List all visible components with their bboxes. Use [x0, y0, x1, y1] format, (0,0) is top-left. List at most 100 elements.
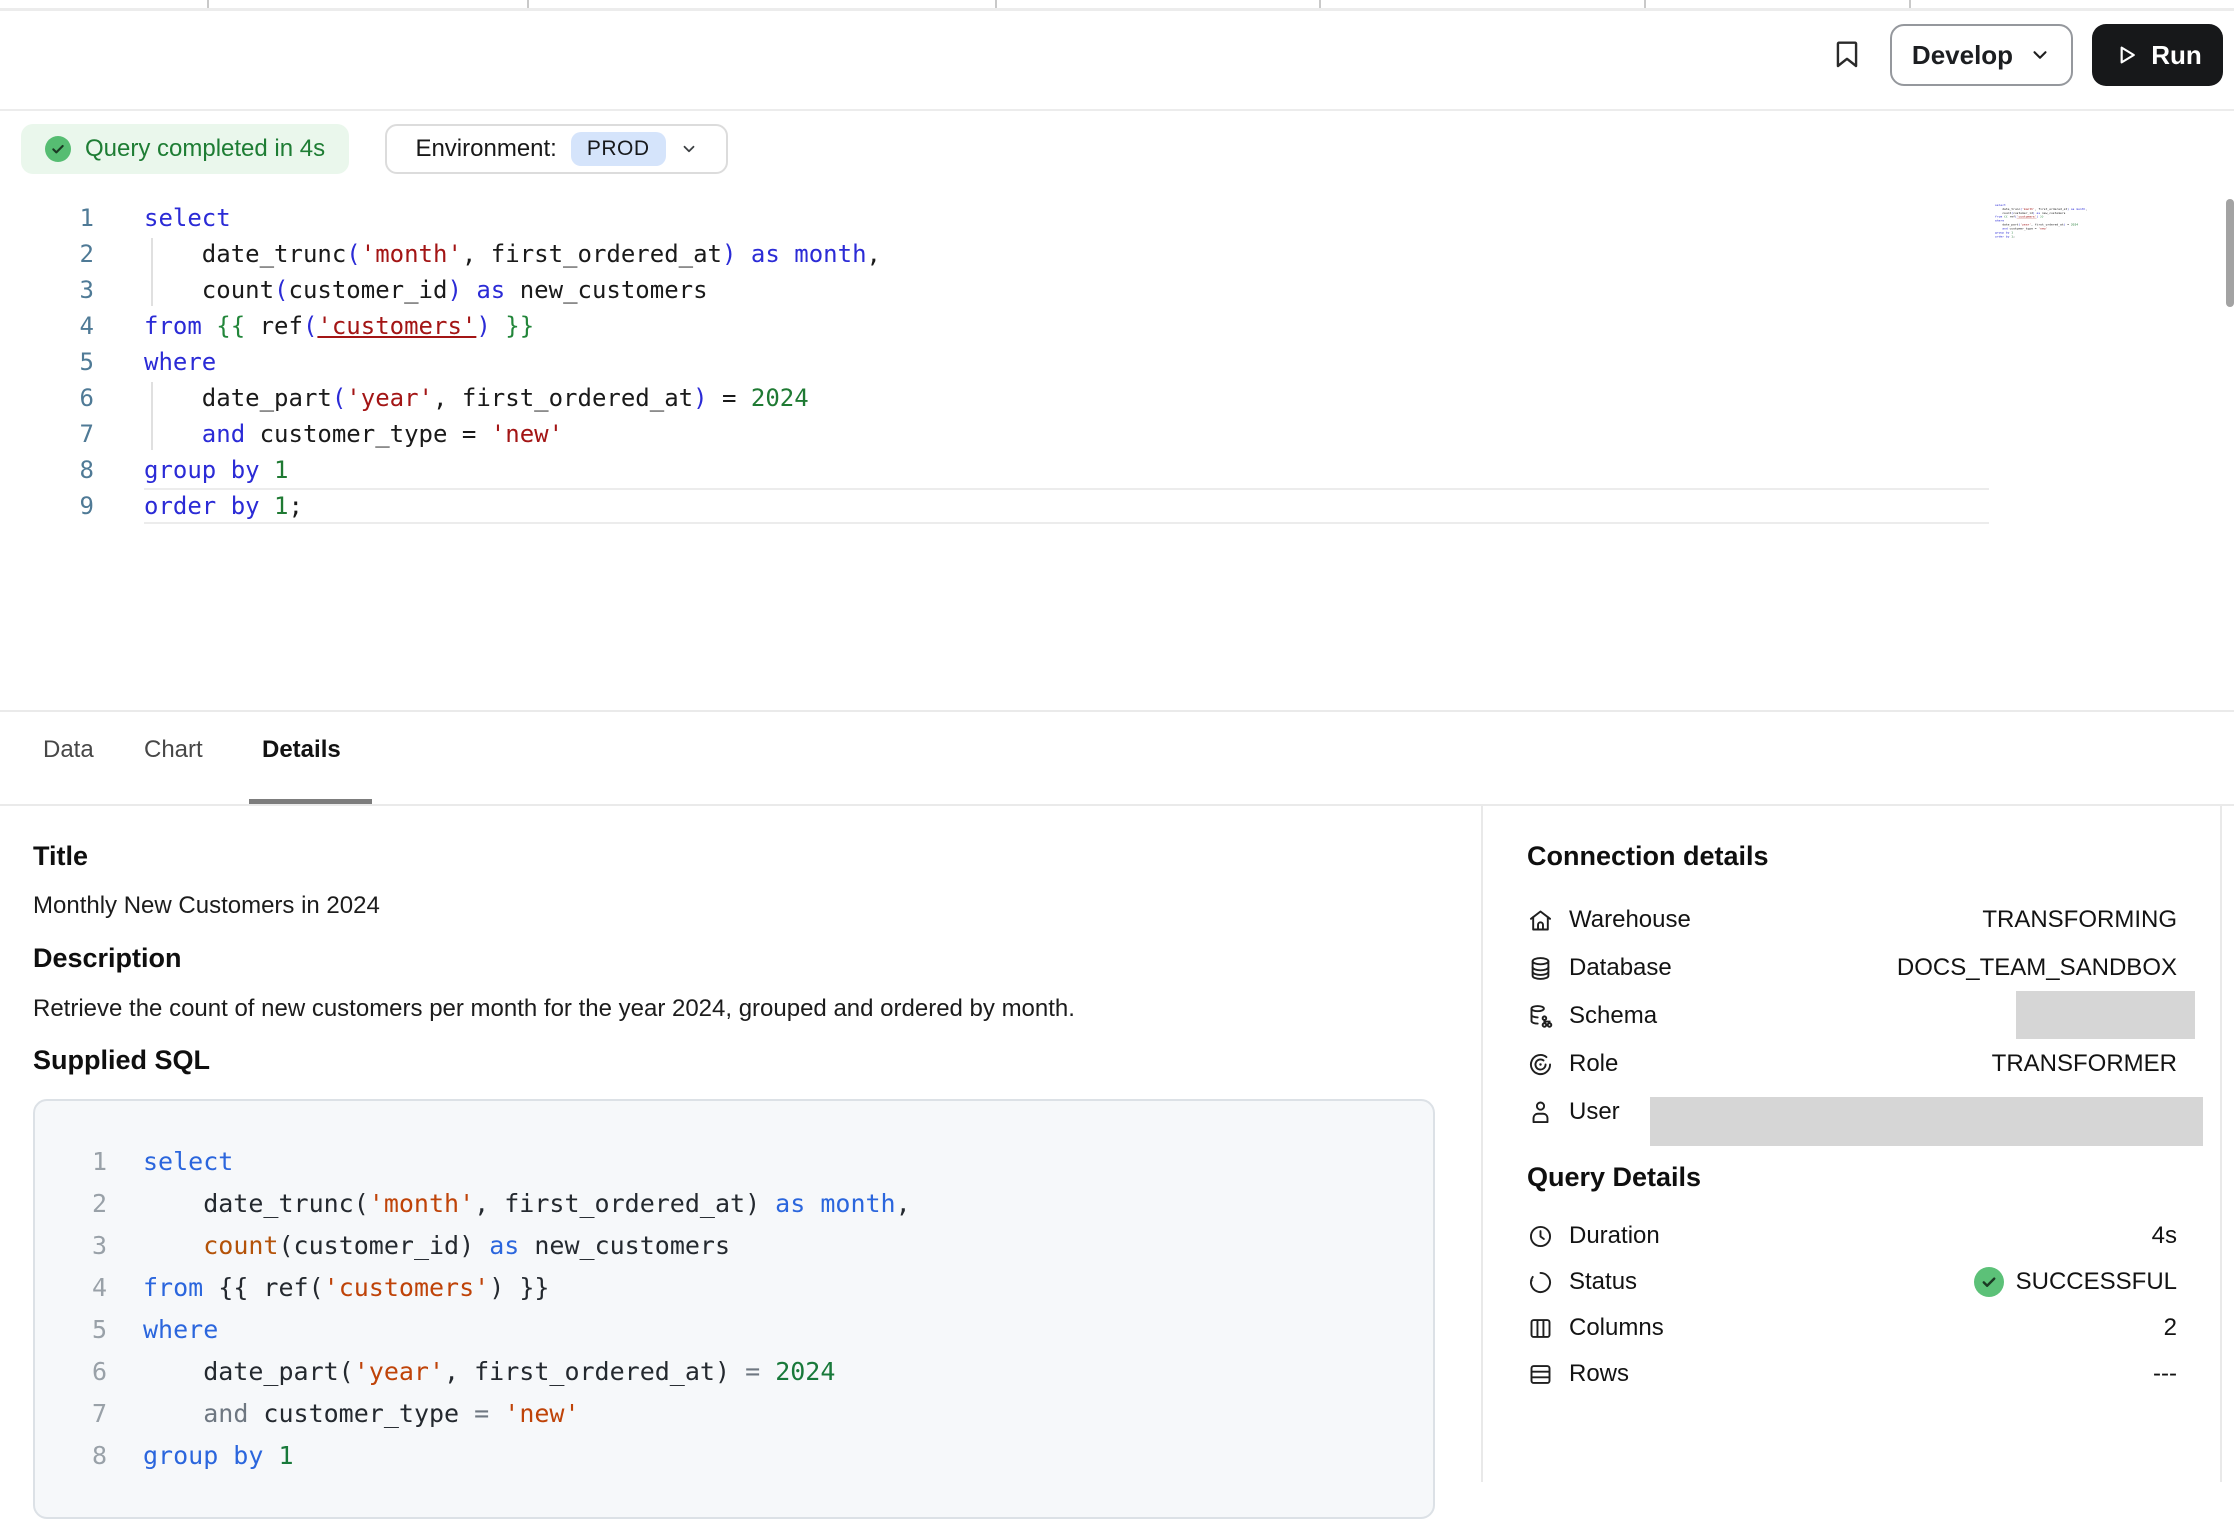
row-value: ---: [2153, 1360, 2177, 1388]
code-line: 2 date_trunc('month', first_ordered_at) …: [65, 1183, 1433, 1225]
code-line: 1select: [0, 200, 2100, 236]
row-label: Warehouse: [1569, 906, 1691, 934]
code-line: 6 date_part('year', first_ordered_at) = …: [65, 1351, 1433, 1393]
code-line: 6 date_part('year', first_ordered_at) = …: [0, 380, 2100, 416]
panel-divider: [1481, 806, 1483, 1482]
supplied-sql-heading: Supplied SQL: [33, 1045, 210, 1076]
scrollbar-thumb[interactable]: [2226, 199, 2234, 307]
tab-divider: [207, 0, 209, 8]
title-value: Monthly New Customers in 2024: [33, 892, 380, 920]
connection-details-heading: Connection details: [1527, 841, 1769, 872]
row-label: Role: [1569, 1050, 1618, 1078]
line-number: 3: [0, 272, 94, 308]
line-number: 4: [0, 308, 94, 344]
query-row-rows: Rows ---: [1527, 1350, 2177, 1398]
schema-value-redacted: [2016, 991, 2195, 1039]
code-line: 1select: [65, 1141, 1433, 1183]
line-number: 2: [0, 236, 94, 272]
connection-row-role: Role TRANSFORMER: [1527, 1040, 2177, 1088]
right-scrollbar-track: [2220, 806, 2222, 1482]
line-number: 8: [65, 1435, 107, 1477]
query-details-heading: Query Details: [1527, 1162, 1701, 1193]
description-value: Retrieve the count of new customers per …: [33, 995, 1075, 1023]
tab-details[interactable]: Details: [262, 736, 341, 764]
description-heading: Description: [33, 943, 182, 974]
row-label: Database: [1569, 954, 1672, 982]
connection-row-warehouse: Warehouse TRANSFORMING: [1527, 896, 2177, 944]
code-line: 7 and customer_type = 'new': [65, 1393, 1433, 1435]
tab-data[interactable]: Data: [43, 736, 94, 764]
row-label: Status: [1569, 1268, 1637, 1296]
develop-button[interactable]: Develop: [1890, 24, 2073, 86]
code-line: 9order by 1;: [0, 488, 2100, 524]
tabs-top-border: [0, 710, 2234, 712]
rows-icon: [1527, 1361, 1554, 1388]
line-number: 1: [0, 200, 94, 236]
row-label: Rows: [1569, 1360, 1629, 1388]
tab-chart[interactable]: Chart: [144, 736, 203, 764]
editor-minimap[interactable]: 1select2 date_trunc('month', first_order…: [1995, 203, 2103, 255]
tabs-bottom-border: [0, 804, 2234, 806]
query-row-status: Status SUCCESSFUL: [1527, 1258, 2177, 1306]
code-line: 2 date_trunc('month', first_ordered_at) …: [0, 236, 2100, 272]
bookmark-icon[interactable]: [1831, 33, 1863, 75]
warehouse-icon: [1527, 907, 1554, 934]
user-value-redacted: [1650, 1097, 2203, 1146]
row-value: 4s: [2152, 1222, 2177, 1250]
line-number: 7: [65, 1393, 107, 1435]
code-line: 8group by 1: [0, 452, 2100, 488]
line-number: 2: [65, 1183, 107, 1225]
line-number: 6: [0, 380, 94, 416]
line-number: 7: [0, 416, 94, 452]
schema-icon: [1527, 1003, 1554, 1030]
sql-editor[interactable]: 1select2 date_trunc('month', first_order…: [0, 200, 2100, 524]
check-circle-icon: [45, 136, 71, 162]
check-circle-icon: [1974, 1267, 2004, 1297]
row-value: DOCS_TEAM_SANDBOX: [1897, 954, 2177, 982]
code-line: 3 count(customer_id) as new_customers: [0, 272, 2100, 308]
row-value: TRANSFORMING: [1982, 906, 2177, 934]
supplied-sql-code-block: 1select2 date_trunc('month', first_order…: [33, 1099, 1435, 1519]
play-icon: [2113, 42, 2139, 68]
role-icon: [1527, 1051, 1554, 1078]
develop-button-label: Develop: [1912, 40, 2013, 71]
run-button[interactable]: Run: [2092, 24, 2223, 86]
code-line: 4from {{ ref('customers') }}: [0, 308, 2100, 344]
code-line: 8group by 1: [65, 1435, 1433, 1477]
line-number: 4: [65, 1267, 107, 1309]
code-line: 7 and customer_type = 'new': [0, 416, 2100, 452]
user-icon: [1527, 1099, 1554, 1126]
browser-tab-strip: [0, 0, 2234, 11]
chevron-down-icon: [2029, 44, 2051, 66]
row-label: User: [1569, 1098, 1620, 1126]
query-status-pill: Query completed in 4s: [21, 124, 349, 174]
query-status-text: Query completed in 4s: [85, 135, 325, 163]
status-success-badge: SUCCESSFUL: [1974, 1267, 2177, 1297]
query-row-duration: Duration 4s: [1527, 1212, 2177, 1260]
database-icon: [1527, 955, 1554, 982]
minimap-content: 1select2 date_trunc('month', first_order…: [1995, 203, 2009, 239]
environment-label: Environment:: [415, 135, 556, 163]
row-label: Schema: [1569, 1002, 1657, 1030]
environment-selector[interactable]: Environment: PROD: [385, 124, 728, 174]
row-label: Columns: [1569, 1314, 1664, 1342]
code-line: 9order by 1;: [1995, 235, 2009, 239]
tab-divider: [1909, 0, 1911, 8]
tab-divider: [527, 0, 529, 8]
row-label: Duration: [1569, 1222, 1660, 1250]
line-number: 5: [0, 344, 94, 380]
columns-icon: [1527, 1315, 1554, 1342]
run-button-label: Run: [2151, 40, 2202, 71]
row-value: 2: [2164, 1314, 2177, 1342]
status-spinner-icon: [1527, 1269, 1554, 1296]
line-number: 6: [65, 1351, 107, 1393]
line-number: 3: [65, 1225, 107, 1267]
line-number: 8: [0, 452, 94, 488]
code-line: 3 count(customer_id) as new_customers: [65, 1225, 1433, 1267]
code-line: 5where: [0, 344, 2100, 380]
query-row-columns: Columns 2: [1527, 1304, 2177, 1352]
tab-divider: [1319, 0, 1321, 8]
tab-divider: [995, 0, 997, 8]
connection-row-database: Database DOCS_TEAM_SANDBOX: [1527, 944, 2177, 992]
tab-divider: [1644, 0, 1646, 8]
